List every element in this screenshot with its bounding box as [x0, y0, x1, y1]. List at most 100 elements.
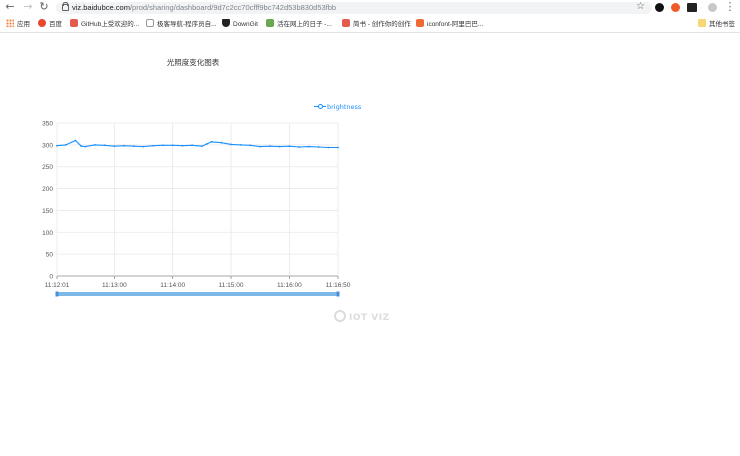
x-tick-label: 11:16:00	[277, 282, 302, 289]
dashboard-page: 光照度变化图表 brightness 0 50 100 150 200 250 300 350…	[0, 33, 740, 456]
url-host: viz.baidubce.com	[72, 3, 130, 12]
chart-legend[interactable]: brightness	[314, 103, 361, 111]
data-point	[298, 146, 301, 148]
data-point	[162, 144, 164, 147]
bookmark-favicon-icon	[70, 19, 78, 27]
data-point	[56, 144, 58, 147]
y-tick-label: 300	[42, 142, 53, 149]
data-zoom-handle-left	[55, 291, 59, 297]
data-point	[191, 144, 194, 147]
data-point	[317, 146, 320, 148]
data-point	[200, 145, 203, 148]
baidu-icon	[38, 19, 46, 27]
y-tick-label: 150	[42, 208, 53, 215]
lock-icon	[62, 2, 69, 11]
y-tick-label: 350	[42, 121, 53, 128]
y-tick-label: 0	[49, 274, 53, 281]
x-tick-label: 11:15:00	[219, 282, 244, 289]
iconfont-icon	[416, 19, 424, 27]
url-path: /prod/sharing/dashboard/9d7c2cc70cfff9bc…	[129, 3, 337, 12]
data-point	[210, 140, 213, 143]
bookmark-jianshu[interactable]: 简书 - 创作你的创作	[342, 19, 411, 29]
data-point	[94, 143, 96, 146]
back-arrow-icon[interactable]: ←	[4, 1, 16, 13]
forward-arrow-icon[interactable]: →	[22, 1, 34, 13]
data-point	[327, 146, 330, 149]
browser-toolbar: ← → ↻ viz.baidubce.com/prod/sharing/dash…	[0, 0, 740, 16]
bookmark-label: 其他书签	[709, 21, 735, 28]
chart-title: 光照度变化图表	[166, 58, 220, 67]
bookmark-apps[interactable]: 应用	[6, 19, 30, 29]
data-point	[152, 144, 155, 147]
legend-marker-icon	[314, 103, 326, 109]
line-chart[interactable]: 0 50 100 150 200 250 300 350 11:12:01 11:13:00 11:…	[0, 113, 386, 353]
bookmark-label: 应用	[17, 21, 30, 28]
y-tick-label: 100	[42, 230, 53, 237]
data-point	[239, 143, 242, 146]
address-bar[interactable]: viz.baidubce.com/prod/sharing/dashboard/…	[56, 2, 652, 14]
bookmark-label: 活在网上的日子 -...	[277, 21, 332, 28]
watermark-text: IOT VIZ	[349, 313, 390, 323]
bookmark-star-icon[interactable]: ☆	[636, 1, 645, 12]
y-tick-label: 50	[46, 252, 54, 259]
data-point	[307, 145, 310, 148]
y-tick-label: 200	[42, 186, 53, 193]
series-line-brightness	[56, 139, 338, 149]
data-point	[205, 143, 208, 145]
data-zoom-handle-right	[336, 291, 340, 297]
data-point	[80, 145, 83, 148]
bookmark-baidu[interactable]: 百度	[38, 19, 62, 29]
data-point	[113, 145, 116, 148]
url-text: viz.baidubce.com/prod/sharing/dashboard/…	[72, 2, 336, 14]
data-point	[337, 146, 339, 149]
data-point	[64, 143, 67, 146]
data-point	[220, 141, 223, 144]
bookmark-downgit[interactable]: DownGit	[222, 19, 258, 29]
bookmark-label: 简书 - 创作你的创作	[353, 21, 411, 28]
data-point	[123, 144, 125, 147]
data-point	[171, 144, 174, 147]
j-icon	[266, 19, 274, 27]
apps-grid-icon	[6, 19, 14, 27]
bookmark-j[interactable]: 活在网上的日子 -...	[266, 19, 332, 29]
data-point	[103, 144, 106, 147]
reload-icon[interactable]: ↻	[38, 1, 50, 13]
bookmark-label: 极客导航-程序员自...	[157, 21, 217, 28]
iot-viz-logo-icon	[334, 310, 346, 322]
extension-3-icon[interactable]	[687, 3, 697, 12]
bookmark-label: iconfont-阿里巴巴...	[427, 21, 484, 28]
data-point	[230, 143, 232, 146]
menu-kebab-icon[interactable]: ⋮	[724, 1, 736, 13]
downgit-icon	[222, 19, 230, 27]
legend-label: brightness	[327, 103, 362, 111]
data-point	[259, 145, 262, 148]
x-tick-label: 11:16:50	[326, 282, 351, 289]
data-point	[288, 145, 291, 148]
data-point	[142, 145, 145, 148]
data-point	[181, 144, 184, 147]
bookmark-label: 百度	[49, 21, 62, 28]
bookmark-jike[interactable]: 极客导航-程序员自...	[146, 19, 217, 29]
data-point	[84, 145, 87, 148]
bookmark-iconfont[interactable]: iconfont-阿里巴巴...	[416, 19, 483, 29]
folder-icon	[698, 19, 706, 27]
data-point	[269, 145, 271, 148]
jianshu-icon	[342, 19, 350, 27]
data-zoom-selection	[57, 292, 338, 296]
bookmark-label: DownGit	[233, 21, 258, 28]
data-point	[74, 139, 77, 142]
bookmark-other[interactable]: 其他书签	[698, 19, 735, 29]
jike-icon	[146, 19, 154, 27]
bookmarks-bar: 应用 百度 GitHub上受欢迎的... 极客导航-程序员自... DownGi…	[0, 16, 740, 33]
bookmark-github[interactable]: GitHub上受欢迎的...	[70, 19, 139, 29]
data-point	[278, 145, 281, 148]
iot-viz-watermark: IOT VIZ	[334, 310, 390, 323]
bookmark-label: GitHub上受欢迎的...	[81, 21, 140, 28]
extension-2-icon[interactable]	[671, 3, 680, 12]
profile-avatar-icon[interactable]	[708, 3, 717, 12]
data-point	[249, 144, 252, 147]
y-tick-label: 250	[42, 164, 53, 171]
x-tick-label: 11:13:00	[102, 282, 127, 289]
x-tick-label: 11:14:00	[160, 282, 185, 289]
extension-1-icon[interactable]	[655, 3, 664, 12]
